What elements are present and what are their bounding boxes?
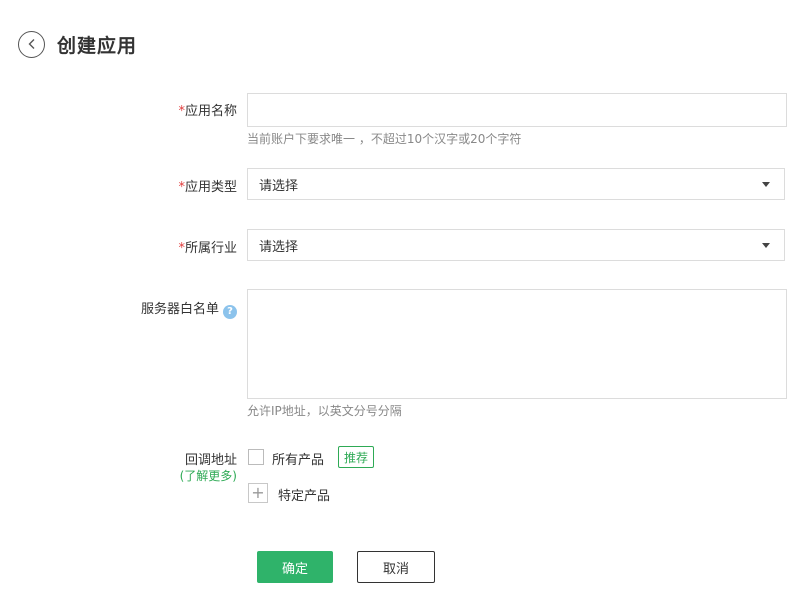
app-name-hint: 当前账户下要求唯一 ，不超过10个汉字或20个字符 [247,132,522,146]
all-products-label: 所有产品 [272,453,325,468]
industry-label: *所属行业 [178,241,237,256]
specific-products-label: 特定产品 [278,489,331,504]
recommend-badge: 推荐 [338,446,375,468]
caret-down-icon [762,182,770,187]
page-header: 创建应用 [18,30,137,58]
app-type-label: *应用类型 [178,180,237,195]
caret-down-icon [762,243,770,248]
whitelist-label: 服务器白名单? [141,298,237,319]
page-title: 创建应用 [57,34,138,57]
add-specific-product-button[interactable]: + [248,483,268,503]
whitelist-hint: 允许IP地址，以英文分号分隔 [247,404,402,418]
back-button[interactable] [18,30,45,58]
app-type-select[interactable]: 请选择 [247,168,785,200]
app-name-input[interactable] [247,93,787,127]
confirm-button[interactable]: 确定 [257,551,333,583]
chevron-left-icon [28,39,34,49]
all-products-checkbox[interactable] [248,449,264,465]
app-type-selected: 请选择 [259,178,299,194]
callback-label: 回调地址 [184,453,237,468]
whitelist-textarea[interactable] [247,289,787,399]
learn-more-link[interactable]: (了解更多) [180,467,237,484]
plus-icon: + [251,483,265,502]
cancel-button[interactable]: 取消 [357,551,435,583]
industry-selected: 请选择 [259,239,299,255]
industry-select[interactable]: 请选择 [247,229,785,261]
question-circle-icon[interactable]: ? [223,304,237,319]
app-name-label: *应用名称 [178,104,237,119]
